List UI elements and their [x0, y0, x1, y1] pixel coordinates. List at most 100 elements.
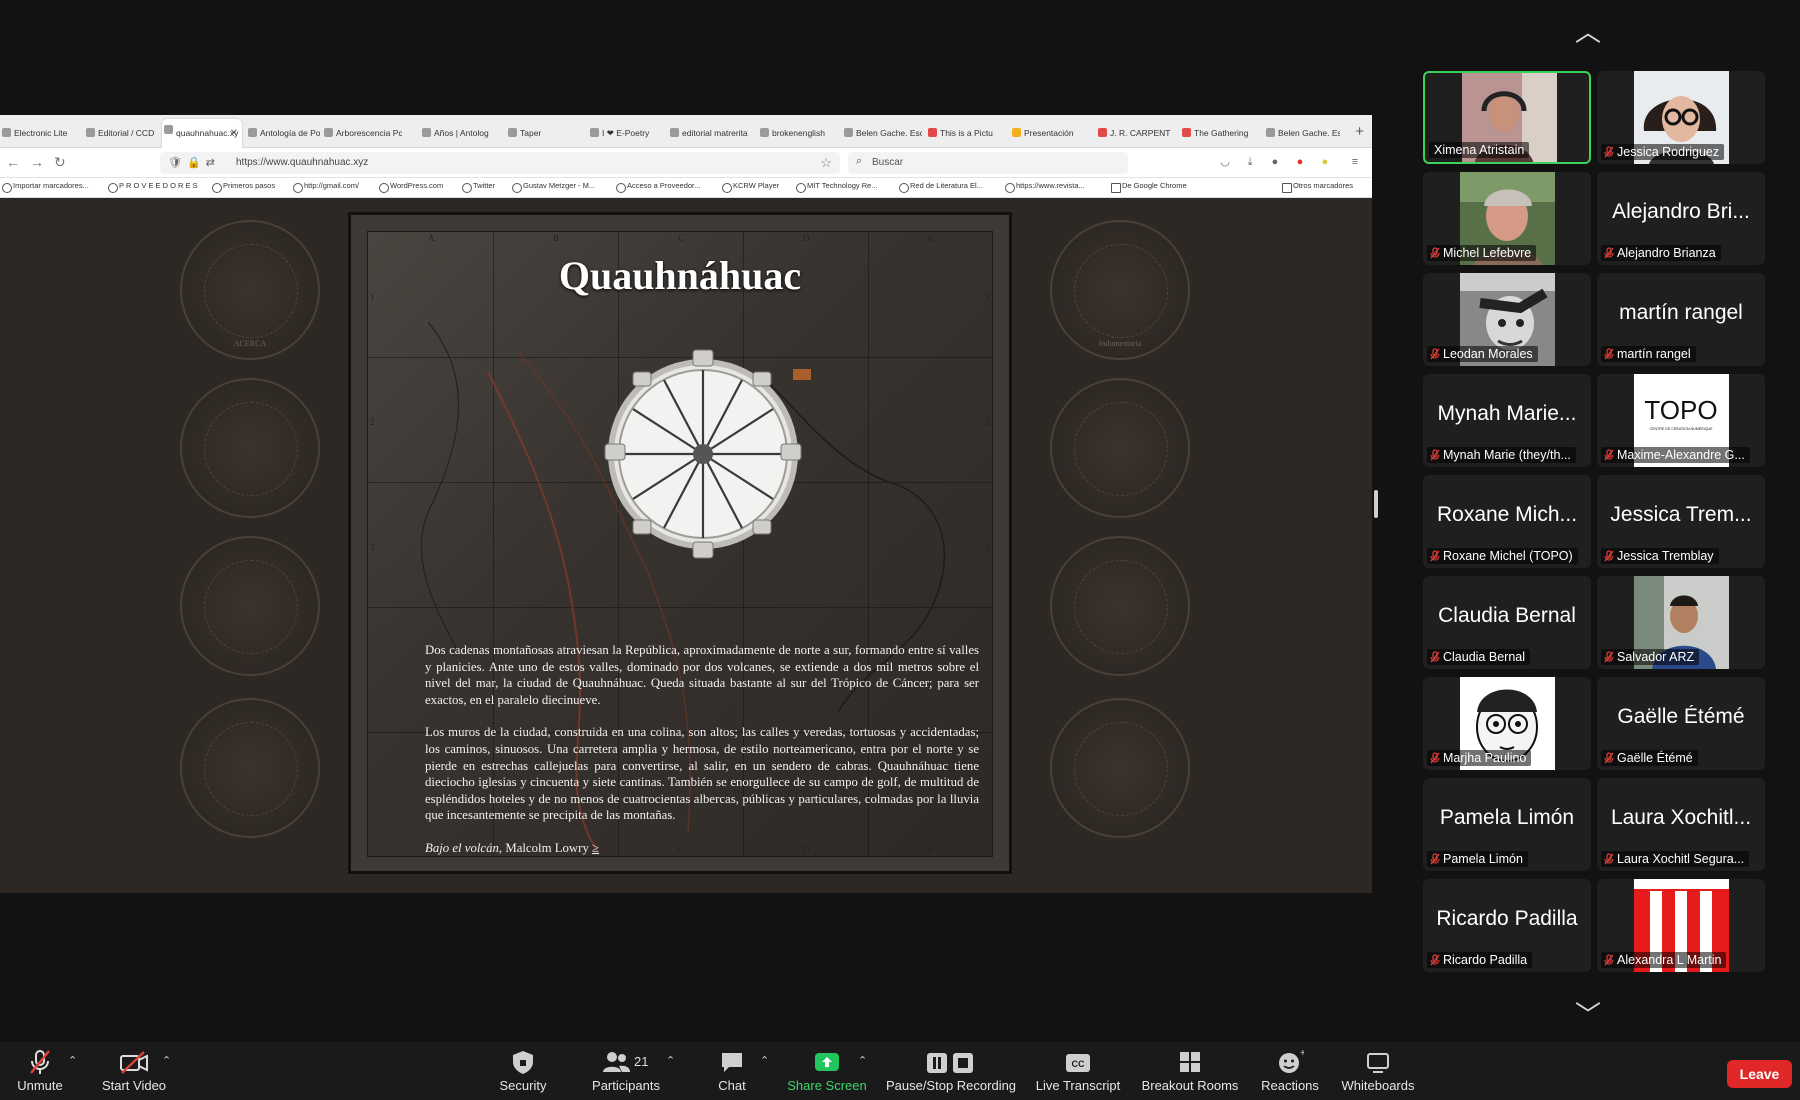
tab[interactable]: Belen Gache. Esc — [842, 122, 922, 144]
participant-tile[interactable]: Mynah Marie... Mynah Marie (they/th... — [1423, 374, 1591, 467]
chat-caret-icon[interactable]: ⌃ — [760, 1054, 769, 1067]
nav-medallion[interactable] — [1050, 698, 1190, 838]
tab[interactable]: Editorial / CCD — [84, 122, 160, 144]
download-icon[interactable]: ⤓ — [1243, 155, 1257, 169]
participant-tile[interactable]: Leodan Morales — [1423, 273, 1591, 366]
audio-options-caret-icon[interactable]: ⌃ — [68, 1054, 77, 1067]
chevron-up-icon[interactable]: ︿ — [1575, 12, 1601, 49]
search-input[interactable]: ⌕ Buscar — [848, 152, 1128, 174]
address-bar[interactable]: 🛡🔒⇄ https://www.quauhnahuac.xyz ☆ — [160, 152, 840, 174]
pocket-icon[interactable]: ◡ — [1218, 155, 1232, 169]
bookmark[interactable]: MIT Technology Re... — [796, 181, 878, 193]
chat-button[interactable]: Chat — [710, 1048, 754, 1098]
bookmark[interactable]: Importar marcadores... — [2, 181, 89, 193]
bookmark[interactable]: WordPress.com — [379, 181, 443, 193]
participant-tile[interactable]: Michel Lefebvre — [1423, 172, 1591, 265]
bookmark[interactable]: https://www.revista... — [1005, 181, 1085, 193]
adblock-icon[interactable]: ● — [1293, 155, 1307, 169]
participant-name-text: Mynah Marie (they/th... — [1443, 448, 1571, 462]
bookmark[interactable]: Acceso a Proveedor... — [616, 181, 700, 193]
close-tab-icon[interactable]: ✕ — [230, 119, 238, 148]
live-transcript-button[interactable]: CC Live Transcript — [1030, 1048, 1126, 1098]
favicon-icon — [670, 128, 679, 137]
participant-tile[interactable]: Pamela Limón Pamela Limón — [1423, 778, 1591, 871]
participant-tile[interactable]: Alejandro Bri... Alejandro Brianza — [1597, 172, 1765, 265]
tab[interactable]: Taper — [506, 122, 576, 144]
participant-tile[interactable]: Laura Xochitl... Laura Xochitl Segura... — [1597, 778, 1765, 871]
security-button[interactable]: Security — [492, 1048, 554, 1098]
nav-medallion[interactable] — [180, 378, 320, 518]
tab[interactable]: Arborescencia Pc — [322, 122, 402, 144]
camera-off-icon — [120, 1051, 148, 1074]
video-options-caret-icon[interactable]: ⌃ — [162, 1054, 171, 1067]
nav-medallion[interactable] — [180, 698, 320, 838]
continue-link[interactable]: ≥ — [592, 841, 599, 855]
participant-tile[interactable]: Jessica Rodriguez — [1597, 71, 1765, 164]
participant-tile[interactable]: Alexandra L Martin — [1597, 879, 1765, 972]
pause-stop-icon — [927, 1053, 973, 1073]
leave-button[interactable]: Leave — [1727, 1060, 1792, 1088]
bookmark[interactable]: Primeros pasos — [212, 181, 275, 193]
chevron-down-icon[interactable]: ﹀ — [1575, 995, 1601, 1032]
account-icon[interactable]: ● — [1268, 155, 1282, 169]
bookmark[interactable]: Red de Literatura El... — [899, 181, 983, 193]
tab[interactable]: Belen Gache. Esc — [1264, 122, 1340, 144]
reactions-button[interactable]: + Reactions — [1254, 1048, 1326, 1098]
tab[interactable]: The Gathering — [1180, 122, 1262, 144]
microphone-muted-icon — [30, 1050, 50, 1074]
bookmark[interactable]: http://gmail.com/ — [293, 181, 359, 193]
tab[interactable]: J. R. CARPENT — [1096, 122, 1174, 144]
breakout-rooms-button[interactable]: Breakout Rooms — [1138, 1048, 1242, 1098]
new-tab-icon[interactable]: + — [1355, 123, 1364, 140]
nav-medallion[interactable]: ACERCA — [180, 220, 320, 360]
participant-name-label: Maxime-Alexandre G... — [1601, 447, 1750, 463]
participant-name-text: Pamela Limón — [1443, 852, 1523, 866]
whiteboards-button[interactable]: Whiteboards — [1338, 1048, 1418, 1098]
tab[interactable]: This is a Pictu — [926, 122, 1002, 144]
tab[interactable]: Presentación — [1010, 122, 1094, 144]
back-icon[interactable]: ← — [6, 154, 20, 170]
bookmark[interactable]: KCRW Player — [722, 181, 779, 193]
ferris-wheel-illustration[interactable] — [593, 342, 813, 572]
tab-active[interactable]: quauhnahuac.xy ✕ — [162, 119, 242, 148]
participant-tile[interactable]: Ricardo Padilla Ricardo Padilla — [1423, 879, 1591, 972]
participant-tile[interactable]: TOPO CENTRE DE CRÉATION NUMÉRIQUE Maxime-A… — [1597, 374, 1765, 467]
tab[interactable]: Antología de Poes — [246, 122, 320, 144]
participants-button[interactable]: 21 Participants — [586, 1048, 666, 1098]
nav-medallion[interactable] — [1050, 536, 1190, 676]
meeting-toolbar: Unmute ⌃ Start Video ⌃ Security 21 Parti… — [0, 1042, 1800, 1100]
forward-icon[interactable]: → — [30, 154, 44, 170]
reload-icon[interactable]: ↻ — [54, 154, 66, 171]
participant-tile[interactable]: Roxane Mich... Roxane Michel (TOPO) — [1423, 475, 1591, 568]
tab[interactable]: brokenenglish — [758, 122, 838, 144]
nav-medallion[interactable] — [1050, 378, 1190, 518]
tab[interactable]: Años | Antolog — [420, 122, 492, 144]
tab[interactable]: Electronic Lite — [0, 122, 76, 144]
participant-tile[interactable]: Salvador ARZ — [1597, 576, 1765, 669]
favicon-icon — [422, 128, 431, 137]
participant-tile[interactable]: Claudia Bernal Claudia Bernal — [1423, 576, 1591, 669]
bookmark-folder[interactable]: De Google Chrome — [1111, 181, 1187, 193]
participant-tile[interactable]: Ximena Atristain — [1423, 71, 1591, 164]
pause-stop-recording-button[interactable]: Pause/Stop Recording — [880, 1048, 1022, 1098]
participant-tile[interactable]: Jessica Trem... Jessica Tremblay — [1597, 475, 1765, 568]
share-scrollbar[interactable] — [1374, 490, 1378, 518]
bookmark[interactable]: Twitter — [462, 181, 495, 193]
tab[interactable]: editorial matrerita — [668, 122, 752, 144]
nav-medallion[interactable] — [180, 536, 320, 676]
tab[interactable]: I ❤ E-Poetry — [588, 122, 660, 144]
menu-icon[interactable]: ≡ — [1348, 155, 1362, 169]
other-bookmarks-folder[interactable]: Otros marcadores — [1282, 181, 1353, 193]
bookmark[interactable]: P R O V E E D O R E S — [108, 181, 198, 193]
bookmark[interactable]: Gustav Metzger - M... — [512, 181, 595, 193]
participant-tile[interactable]: Marjha Paulino — [1423, 677, 1591, 770]
share-caret-icon[interactable]: ⌃ — [858, 1054, 867, 1067]
participant-tile[interactable]: martín rangel martín rangel — [1597, 273, 1765, 366]
nav-medallion[interactable]: Indumentaria — [1050, 220, 1190, 360]
unmute-button[interactable]: Unmute — [10, 1048, 70, 1098]
participant-tile[interactable]: Gaëlle Étémé Gaëlle Étémé — [1597, 677, 1765, 770]
extension-icon[interactable]: ● — [1318, 155, 1332, 169]
bookmark-star-icon[interactable]: ☆ — [820, 155, 832, 171]
participants-caret-icon[interactable]: ⌃ — [666, 1054, 675, 1067]
favicon-icon — [248, 128, 257, 137]
